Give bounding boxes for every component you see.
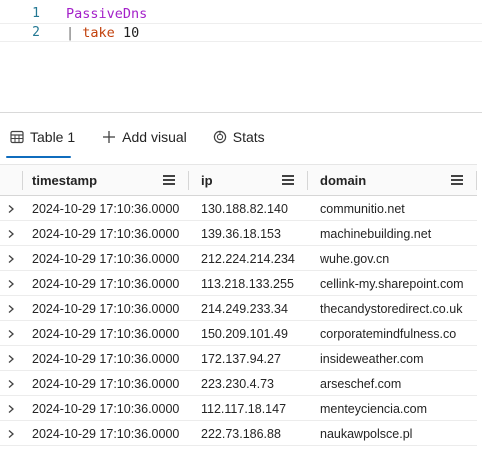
column-menu-icon[interactable] [163,175,175,185]
cell-timestamp: 2024-10-29 17:10:36.0000 [32,376,180,391]
cell-timestamp: 2024-10-29 17:10:36.0000 [32,251,180,266]
chevron-right-icon[interactable] [6,353,16,363]
stats-icon [212,129,228,145]
cell-timestamp: 2024-10-29 17:10:36.0000 [32,426,180,441]
chevron-right-icon[interactable] [6,228,16,238]
take-keyword-token: take [82,24,115,41]
column-separator[interactable] [307,171,308,190]
code-line-1[interactable]: 1 PassiveDns [0,4,482,23]
active-tab-indicator [6,156,71,158]
table-row[interactable]: 2024-10-29 17:10:36.0000 150.209.101.49 … [0,321,482,346]
cell-timestamp: 2024-10-29 17:10:36.0000 [32,351,180,366]
cell-timestamp: 2024-10-29 17:10:36.0000 [32,276,180,291]
cell-domain: cellink-my.sharepoint.com [320,276,464,291]
chevron-right-icon[interactable] [6,428,16,438]
column-header-timestamp[interactable]: timestamp [32,165,97,196]
cell-domain: arseschef.com [320,376,402,391]
cell-ip: 222.73.186.88 [201,426,281,441]
table-row[interactable]: 2024-10-29 17:10:36.0000 172.137.94.27 i… [0,346,482,371]
cell-ip: 139.36.18.153 [201,226,281,241]
cell-timestamp: 2024-10-29 17:10:36.0000 [32,326,180,341]
tab-table-label: Table 1 [30,128,76,145]
cell-timestamp: 2024-10-29 17:10:36.0000 [32,226,180,241]
tab-stats-label: Stats [232,128,265,145]
cell-domain: machinebuilding.net [320,226,432,241]
cell-domain: insideweather.com [320,351,424,366]
table-row[interactable]: 2024-10-29 17:10:36.0000 113.218.133.255… [0,271,482,296]
column-separator[interactable] [22,171,23,190]
cell-ip: 212.224.214.234 [201,251,295,266]
table-row[interactable]: 2024-10-29 17:10:36.0000 212.224.214.234… [0,246,482,271]
tab-stats[interactable]: Stats [212,113,265,160]
column-header-ip[interactable]: ip [201,165,213,196]
cell-domain: communitio.net [320,201,405,216]
cell-ip: 150.209.101.49 [201,326,288,341]
cell-domain: wuhe.gov.cn [320,251,390,266]
line-number: 2 [32,25,40,40]
cell-ip: 214.249.233.34 [201,301,288,316]
line-number: 1 [32,6,40,21]
cell-ip: 113.218.133.255 [201,276,294,291]
table-row[interactable]: 2024-10-29 17:10:36.0000 214.249.233.34 … [0,296,482,321]
take-count-token: 10 [122,24,140,41]
code-line-2[interactable]: 2 | take 10 [0,23,482,42]
chevron-right-icon[interactable] [6,303,16,313]
cell-ip: 223.230.4.73 [201,376,274,391]
chevron-right-icon[interactable] [6,253,16,263]
cell-domain: corporatemindfulness.co [320,326,457,341]
table-row[interactable]: 2024-10-29 17:10:36.0000 112.117.18.147 … [0,396,482,421]
table-row[interactable]: 2024-10-29 17:10:36.0000 130.188.82.140 … [0,196,482,221]
add-visual-button[interactable]: Add visual [101,113,187,160]
column-header-domain[interactable]: domain [320,165,366,196]
cell-timestamp: 2024-10-29 17:10:36.0000 [32,301,180,316]
results-grid: timestamp ip domain 2024-10-29 17:10:36.… [0,164,482,446]
column-menu-icon[interactable] [282,175,294,185]
chevron-right-icon[interactable] [6,278,16,288]
table-name-token: PassiveDns [66,5,148,22]
table-row[interactable]: 2024-10-29 17:10:36.0000 222.73.186.88 n… [0,421,482,446]
cell-ip: 112.117.18.147 [201,401,287,416]
cell-ip: 130.188.82.140 [201,201,288,216]
chevron-right-icon[interactable] [6,328,16,338]
cell-timestamp: 2024-10-29 17:10:36.0000 [32,201,180,216]
cell-domain: naukawpolsce.pl [320,426,413,441]
tab-table-1[interactable]: Table 1 [6,113,76,160]
table-icon [9,129,25,145]
add-visual-label: Add visual [122,128,187,145]
cell-timestamp: 2024-10-29 17:10:36.0000 [32,401,180,416]
table-row[interactable]: 2024-10-29 17:10:36.0000 139.36.18.153 m… [0,221,482,246]
column-separator[interactable] [188,171,189,190]
pipe-token: | [66,24,75,41]
chevron-right-icon[interactable] [6,203,16,213]
cell-domain: menteyciencia.com [320,401,427,416]
grid-scroll-edge [477,164,482,452]
chevron-right-icon[interactable] [6,378,16,388]
column-menu-icon[interactable] [451,175,463,185]
query-editor[interactable]: 1 PassiveDns 2 | take 10 [0,0,482,112]
grid-header: timestamp ip domain [0,164,482,196]
cell-domain: thecandystoredirect.co.uk [320,301,463,316]
results-tabs: Table 1 Add visual Stats [0,113,482,160]
chevron-right-icon[interactable] [6,403,16,413]
plus-icon [101,129,117,145]
cell-ip: 172.137.94.27 [201,351,281,366]
grid-body: 2024-10-29 17:10:36.0000 130.188.82.140 … [0,196,482,446]
table-row[interactable]: 2024-10-29 17:10:36.0000 223.230.4.73 ar… [0,371,482,396]
